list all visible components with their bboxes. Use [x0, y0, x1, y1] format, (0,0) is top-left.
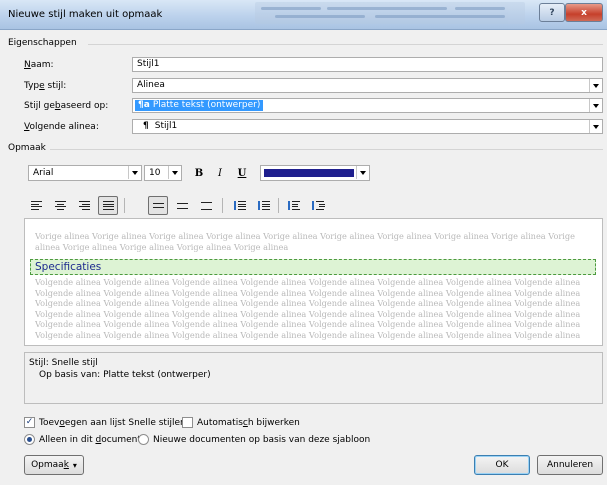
italic-button[interactable]: I — [211, 165, 229, 181]
align-right-icon — [78, 201, 90, 210]
background-window-ghost — [255, 2, 525, 24]
decrease-spacing-before-button[interactable] — [254, 196, 274, 215]
ok-button[interactable]: OK — [474, 455, 530, 475]
auto-update-checkbox[interactable] — [182, 417, 193, 428]
opmaak-button-label: Opmaak — [31, 460, 69, 470]
font-name-dropdown[interactable]: Arial — [28, 165, 142, 181]
double-spacing-button[interactable] — [196, 196, 216, 215]
chevron-down-icon[interactable] — [589, 79, 602, 92]
chevron-down-icon[interactable] — [128, 166, 141, 179]
one-half-spacing-button[interactable] — [172, 196, 192, 215]
underline-button[interactable]: U — [233, 165, 251, 181]
add-to-quick-styles-checkbox[interactable]: ✓ — [24, 417, 35, 428]
pilcrow-icon: ¶ — [143, 121, 149, 131]
opmaak-divider — [50, 149, 603, 150]
style-description: Stijl: Snelle stijl Op basis van: Platte… — [24, 352, 603, 404]
decrease-indent-button[interactable] — [284, 196, 304, 215]
toolbar-separator — [124, 198, 125, 213]
opmaak-heading: Opmaak — [8, 143, 46, 153]
based-on-text: Op basis van: Platte tekst (ontwerper) — [39, 370, 211, 380]
gebaseerd-op-label: Stijl gebaseerd op: — [24, 101, 109, 111]
naam-label: Naam: — [24, 60, 54, 70]
help-icon: ? — [549, 7, 555, 18]
previous-paragraph-preview: Vorige alinea Vorige alinea Vorige aline… — [35, 231, 575, 252]
gebaseerd-op-dropdown[interactable]: ¶a Platte tekst (ontwerper) — [132, 98, 603, 113]
single-spacing-button[interactable] — [148, 196, 168, 215]
align-justify-button[interactable] — [98, 196, 118, 215]
chevron-down-icon[interactable] — [589, 120, 602, 133]
chevron-down-icon: ▾ — [72, 460, 77, 470]
align-left-icon — [30, 201, 42, 210]
style-type-text: Stijl: Snelle stijl — [29, 358, 98, 368]
volgende-alinea-dropdown[interactable]: ¶ Stijl1 — [132, 119, 603, 134]
chevron-down-icon[interactable] — [168, 166, 181, 179]
toolbar-separator — [278, 198, 279, 213]
eigenschappen-divider — [88, 44, 603, 45]
font-name-value: Arial — [33, 168, 54, 178]
align-left-button[interactable] — [26, 196, 46, 215]
type-stijl-dropdown[interactable]: Alinea — [132, 78, 603, 93]
sample-paragraph-preview: Specificaties — [30, 259, 596, 275]
only-this-document-label: Alleen in dit document — [39, 435, 141, 445]
align-justify-icon — [102, 201, 114, 210]
font-color-dropdown[interactable] — [260, 165, 370, 181]
font-color-swatch — [264, 169, 354, 177]
chevron-down-icon[interactable] — [589, 99, 602, 112]
gebaseerd-op-value: Platte tekst (ontwerper) — [152, 100, 261, 110]
naam-value: Stijl1 — [137, 59, 160, 69]
new-documents-radio[interactable] — [138, 434, 149, 445]
volgende-alinea-label: Volgende alinea: — [24, 122, 99, 132]
gebaseerd-op-selected: ¶a Platte tekst (ontwerper) — [135, 100, 264, 111]
auto-update-label: Automatisch bijwerken — [197, 418, 300, 428]
help-button[interactable]: ? — [539, 3, 565, 22]
one-half-spacing-icon — [176, 202, 188, 209]
spacing-before-icon — [234, 201, 246, 210]
title-bar: Nieuwe stijl maken uit opmaak ? x — [0, 0, 607, 30]
volgende-alinea-value: Stijl1 — [154, 121, 178, 131]
align-center-icon — [54, 201, 66, 210]
cancel-button[interactable]: Annuleren — [537, 455, 603, 475]
next-paragraph-preview: Volgende alinea Volgende alinea Volgende… — [35, 277, 581, 340]
double-spacing-icon — [200, 201, 212, 210]
naam-input[interactable]: Stijl1 — [132, 57, 603, 72]
single-spacing-icon — [152, 203, 164, 208]
type-stijl-value: Alinea — [137, 80, 165, 90]
eigenschappen-heading: Eigenschappen — [8, 38, 77, 48]
font-size-dropdown[interactable]: 10 — [144, 165, 182, 181]
add-to-quick-styles-label: Toevoegen aan lijst Snelle stijlen — [39, 418, 186, 428]
window-title: Nieuwe stijl maken uit opmaak — [8, 9, 163, 20]
opmaak-menu-button[interactable]: Opmaak ▾ — [24, 455, 84, 475]
only-this-document-radio[interactable] — [24, 434, 35, 445]
align-right-button[interactable] — [74, 196, 94, 215]
close-icon: x — [581, 7, 587, 18]
paragraph-style-icon: ¶a — [138, 100, 150, 110]
underline-icon: U — [237, 167, 247, 179]
style-preview: Vorige alinea Vorige alinea Vorige aline… — [24, 218, 603, 346]
new-documents-label: Nieuwe documenten op basis van deze sjab… — [153, 435, 371, 445]
indent-icon — [312, 201, 325, 210]
cancel-button-label: Annuleren — [546, 460, 594, 470]
type-stijl-label: Type stijl: — [24, 81, 67, 91]
bold-button[interactable]: B — [190, 165, 208, 181]
chevron-down-icon[interactable] — [356, 166, 369, 179]
toolbar-separator — [222, 198, 223, 213]
increase-indent-button[interactable] — [308, 196, 328, 215]
increase-spacing-before-button[interactable] — [230, 196, 250, 215]
spacing-after-icon — [258, 201, 270, 210]
font-size-value: 10 — [149, 168, 161, 178]
italic-icon: I — [218, 167, 222, 179]
paragraph-toolbar — [0, 196, 607, 216]
checkmark-icon: ✓ — [25, 417, 34, 427]
align-center-button[interactable] — [50, 196, 70, 215]
bold-icon: B — [194, 167, 204, 179]
ok-button-label: OK — [495, 460, 509, 470]
outdent-icon — [288, 201, 300, 210]
close-button[interactable]: x — [565, 3, 603, 22]
